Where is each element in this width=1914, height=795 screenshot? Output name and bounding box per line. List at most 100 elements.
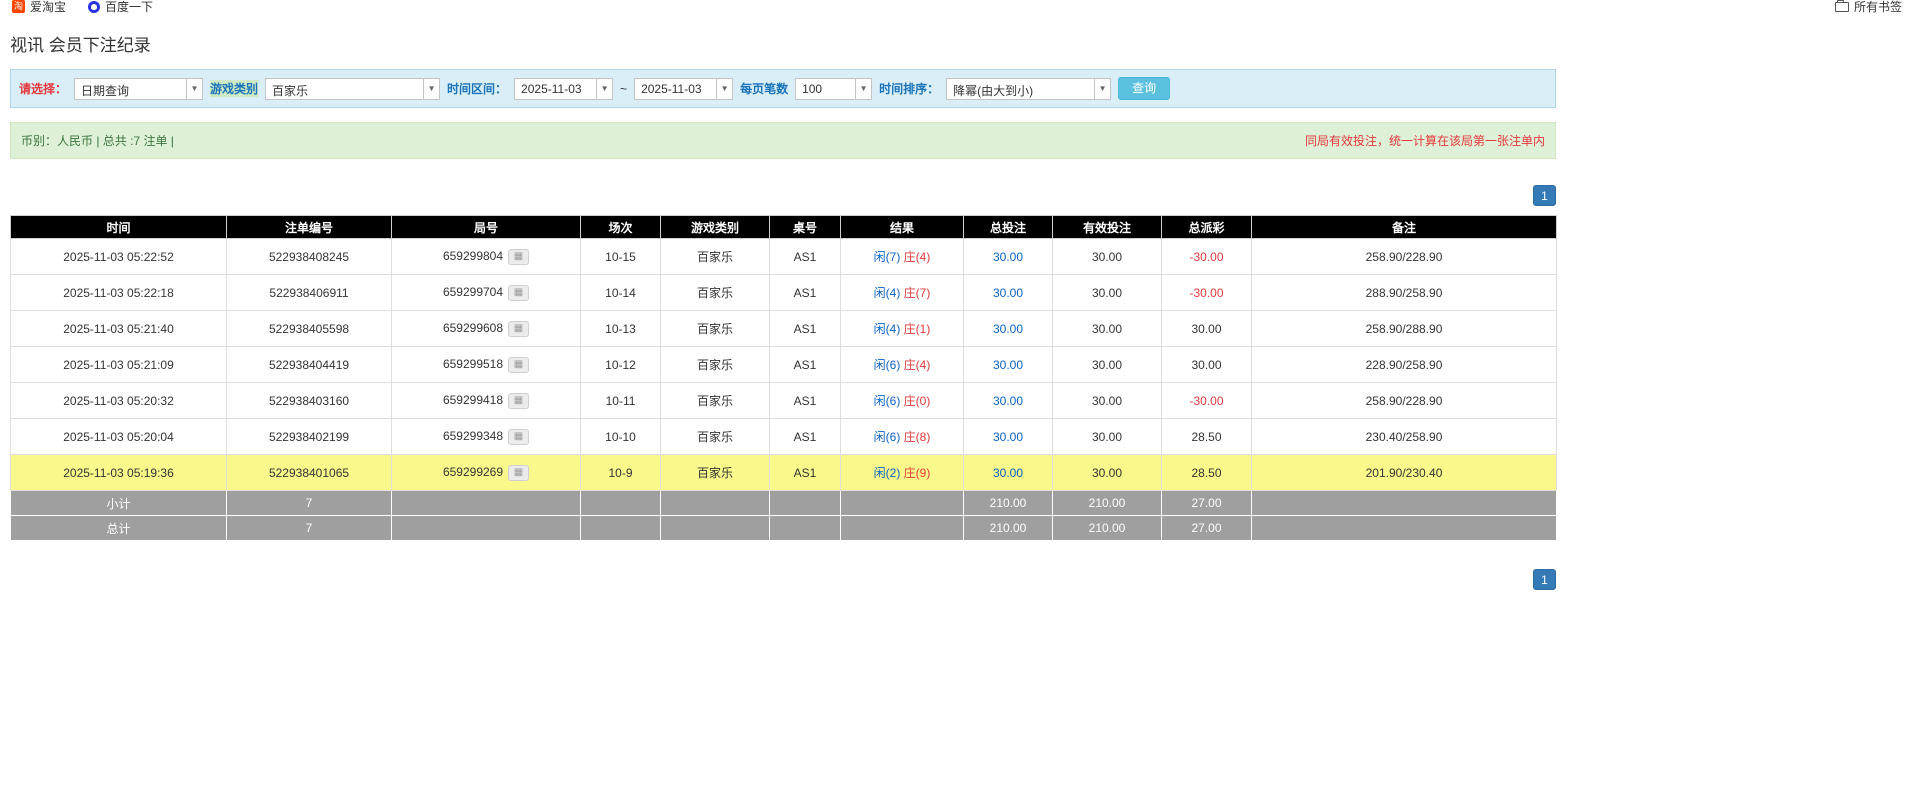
game-type-value: 百家乐: [265, 77, 424, 100]
subtotal-valid-bet: 210.00: [1052, 490, 1162, 516]
query-mode-select[interactable]: 日期查询 ▼: [74, 77, 204, 100]
cell-note: 288.90/258.90: [1251, 274, 1557, 311]
game-type-label: 游戏类别: [210, 80, 259, 97]
pagination-page-button[interactable]: 1: [1533, 569, 1556, 590]
column-header: 场次: [580, 215, 661, 239]
cell-total-bet: 30.00: [963, 454, 1053, 491]
round-replay-icon[interactable]: ▦: [508, 428, 530, 445]
page-size-value: 100: [795, 77, 856, 100]
round-replay-icon[interactable]: ▦: [508, 284, 530, 301]
round-replay-icon[interactable]: ▦: [508, 320, 530, 337]
all-bookmarks-button[interactable]: 所有书签: [1834, 0, 1902, 15]
bookmark-baidu[interactable]: 百度一下: [88, 0, 153, 15]
date-to-picker[interactable]: 2025-11-03 ▼: [634, 77, 734, 100]
date-from-picker[interactable]: 2025-11-03 ▼: [514, 77, 614, 100]
total-total-bet: 210.00: [963, 515, 1053, 541]
query-mode-value: 日期查询: [74, 77, 187, 100]
total-bet-link[interactable]: 30.00: [993, 358, 1023, 372]
table-header-row: 时间 注单编号 局号 场次 游戏类别 桌号 结果 总投注 有效投注 总派彩 备注: [10, 215, 1557, 239]
round-replay-icon[interactable]: ▦: [508, 392, 530, 409]
currency-summary-text: 币别：人民币 | 总共 :7 注单 |: [21, 134, 174, 148]
total-bet-link[interactable]: 30.00: [993, 394, 1023, 408]
cell-note: 201.90/230.40: [1251, 454, 1557, 491]
cell-session: 10-9: [580, 454, 661, 491]
cell-session: 10-11: [580, 382, 661, 419]
tilde-separator: ~: [620, 81, 628, 96]
cell-payout: 28.50: [1161, 454, 1252, 491]
round-number: 659299608: [442, 320, 504, 335]
total-valid-bet: 210.00: [1052, 515, 1162, 541]
total-bet-link[interactable]: 30.00: [993, 286, 1023, 300]
round-number: 659299804: [442, 248, 504, 263]
cell-time: 2025-11-03 05:22:18: [10, 274, 227, 311]
time-range-label: 时间区间：: [447, 82, 508, 96]
table-row: 2025-11-03 05:21:40 522938405598 6592996…: [10, 310, 1557, 347]
search-button[interactable]: 查询: [1118, 77, 1171, 100]
cell-game-type: 百家乐: [660, 274, 770, 311]
chevron-down-icon: ▼: [423, 77, 441, 100]
banker-result: 庄(4): [903, 358, 931, 372]
total-bet-link[interactable]: 30.00: [993, 322, 1023, 336]
sort-value: 降幂(由大到小): [946, 77, 1095, 100]
page-size-label: 每页笔数: [740, 82, 789, 96]
column-header: 备注: [1251, 215, 1557, 239]
total-bet-link[interactable]: 30.00: [993, 466, 1023, 480]
subtotal-count: 7: [226, 490, 392, 516]
cell-game-type: 百家乐: [660, 418, 770, 455]
cell-bet-id: 522938402199: [226, 418, 392, 455]
bookmark-aitaobao[interactable]: 淘 爱淘宝: [12, 0, 66, 15]
game-type-select[interactable]: 百家乐 ▼: [265, 77, 441, 100]
cell-note: 228.90/258.90: [1251, 346, 1557, 383]
cell-result: 闲(4) 庄(1): [840, 310, 964, 347]
page-size-select[interactable]: 100 ▼: [795, 77, 873, 100]
cell-payout: -30.00: [1161, 382, 1252, 419]
column-header: 局号: [391, 215, 581, 239]
cell-total-bet: 30.00: [963, 382, 1053, 419]
subtotal-label: 小计: [10, 490, 227, 516]
banker-result: 庄(0): [903, 394, 931, 408]
cell-result: 闲(6) 庄(0): [840, 382, 964, 419]
cell-bet-id: 522938405598: [226, 310, 392, 347]
sort-select[interactable]: 降幂(由大到小) ▼: [946, 77, 1112, 100]
table-body: 2025-11-03 05:22:52 522938408245 6592998…: [10, 238, 1557, 491]
cell-total-bet: 30.00: [963, 418, 1053, 455]
cell-result: 闲(6) 庄(4): [840, 346, 964, 383]
subtotal-total-bet: 210.00: [963, 490, 1053, 516]
player-result: 闲(6): [873, 430, 901, 444]
pagination-page-button[interactable]: 1: [1533, 185, 1556, 206]
cell-note: 258.90/228.90: [1251, 238, 1557, 275]
cell-bet-id: 522938401065: [226, 454, 392, 491]
round-replay-icon[interactable]: ▦: [508, 248, 530, 265]
cell-payout: 28.50: [1161, 418, 1252, 455]
sort-label: 时间排序：: [879, 82, 940, 96]
cell-table-number: AS1: [769, 274, 841, 311]
total-payout: 27.00: [1161, 515, 1252, 541]
subtotal-payout: 27.00: [1161, 490, 1252, 516]
select-label: 请选择：: [19, 82, 68, 96]
cell-round: 659299269 ▦: [391, 454, 581, 491]
total-label: 总计: [10, 515, 227, 541]
folder-icon: [1834, 0, 1849, 12]
cell-table-number: AS1: [769, 418, 841, 455]
cell-valid-bet: 30.00: [1052, 346, 1162, 383]
chevron-down-icon: ▼: [596, 77, 614, 100]
chevron-down-icon: ▼: [1094, 77, 1112, 100]
page-title: 视讯 会员下注纪录: [10, 36, 151, 55]
cell-total-bet: 30.00: [963, 310, 1053, 347]
column-header: 桌号: [769, 215, 841, 239]
round-replay-icon[interactable]: ▦: [508, 464, 530, 481]
banker-result: 庄(7): [903, 286, 931, 300]
column-header: 游戏类别: [660, 215, 770, 239]
round-replay-icon[interactable]: ▦: [508, 356, 530, 373]
total-bet-link[interactable]: 30.00: [993, 430, 1023, 444]
bookmark-label: 爱淘宝: [30, 0, 67, 14]
chevron-down-icon: ▼: [855, 77, 873, 100]
player-result: 闲(4): [873, 286, 901, 300]
round-number: 659299348: [442, 428, 504, 443]
cell-table-number: AS1: [769, 346, 841, 383]
cell-valid-bet: 30.00: [1052, 274, 1162, 311]
player-result: 闲(6): [873, 394, 901, 408]
total-bet-link[interactable]: 30.00: [993, 250, 1023, 264]
cell-time: 2025-11-03 05:20:04: [10, 418, 227, 455]
banker-result: 庄(4): [903, 250, 931, 264]
